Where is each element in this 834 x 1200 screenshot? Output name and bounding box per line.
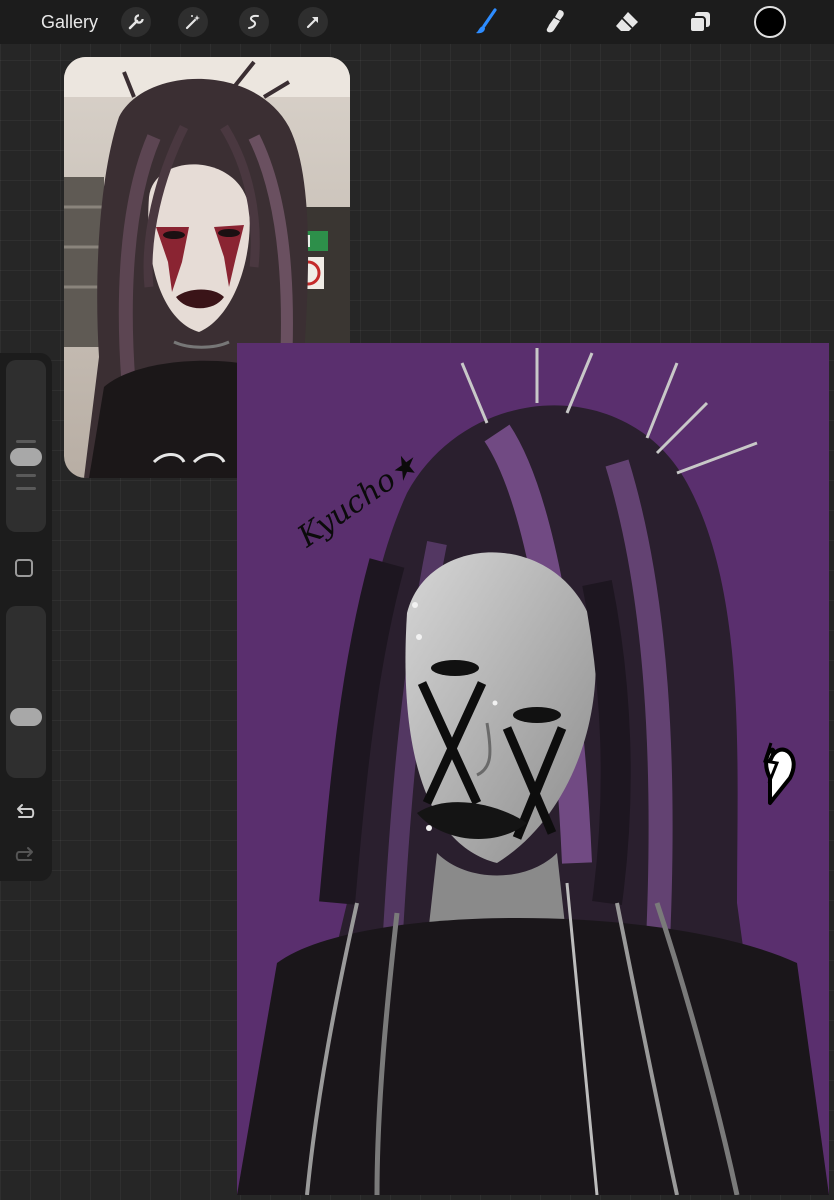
slider-tick	[16, 440, 36, 443]
slider-tick	[16, 474, 36, 477]
opacity-thumb[interactable]	[10, 708, 42, 726]
brush-size-thumb[interactable]	[10, 448, 42, 466]
selection-icon[interactable]	[239, 7, 269, 37]
wrench-icon[interactable]	[121, 7, 151, 37]
modifier-square-icon[interactable]	[15, 559, 33, 577]
smudge-icon[interactable]	[540, 6, 572, 38]
transform-arrow-icon[interactable]	[298, 7, 328, 37]
brush-icon[interactable]	[470, 6, 502, 38]
gallery-button[interactable]: Gallery	[41, 11, 98, 33]
slider-tick	[16, 487, 36, 490]
magic-wand-icon[interactable]	[178, 7, 208, 37]
eraser-icon[interactable]	[611, 6, 643, 38]
top-toolbar: Gallery	[0, 0, 834, 44]
drawing-canvas[interactable]: Kyucho★	[237, 343, 829, 1195]
brush-size-slider[interactable]	[6, 360, 46, 532]
undo-icon[interactable]	[12, 802, 38, 824]
redo-icon[interactable]	[12, 845, 38, 867]
opacity-slider[interactable]	[6, 606, 46, 778]
color-picker-button[interactable]	[754, 6, 786, 38]
layers-icon[interactable]	[684, 6, 716, 38]
left-sidebar	[0, 353, 52, 881]
